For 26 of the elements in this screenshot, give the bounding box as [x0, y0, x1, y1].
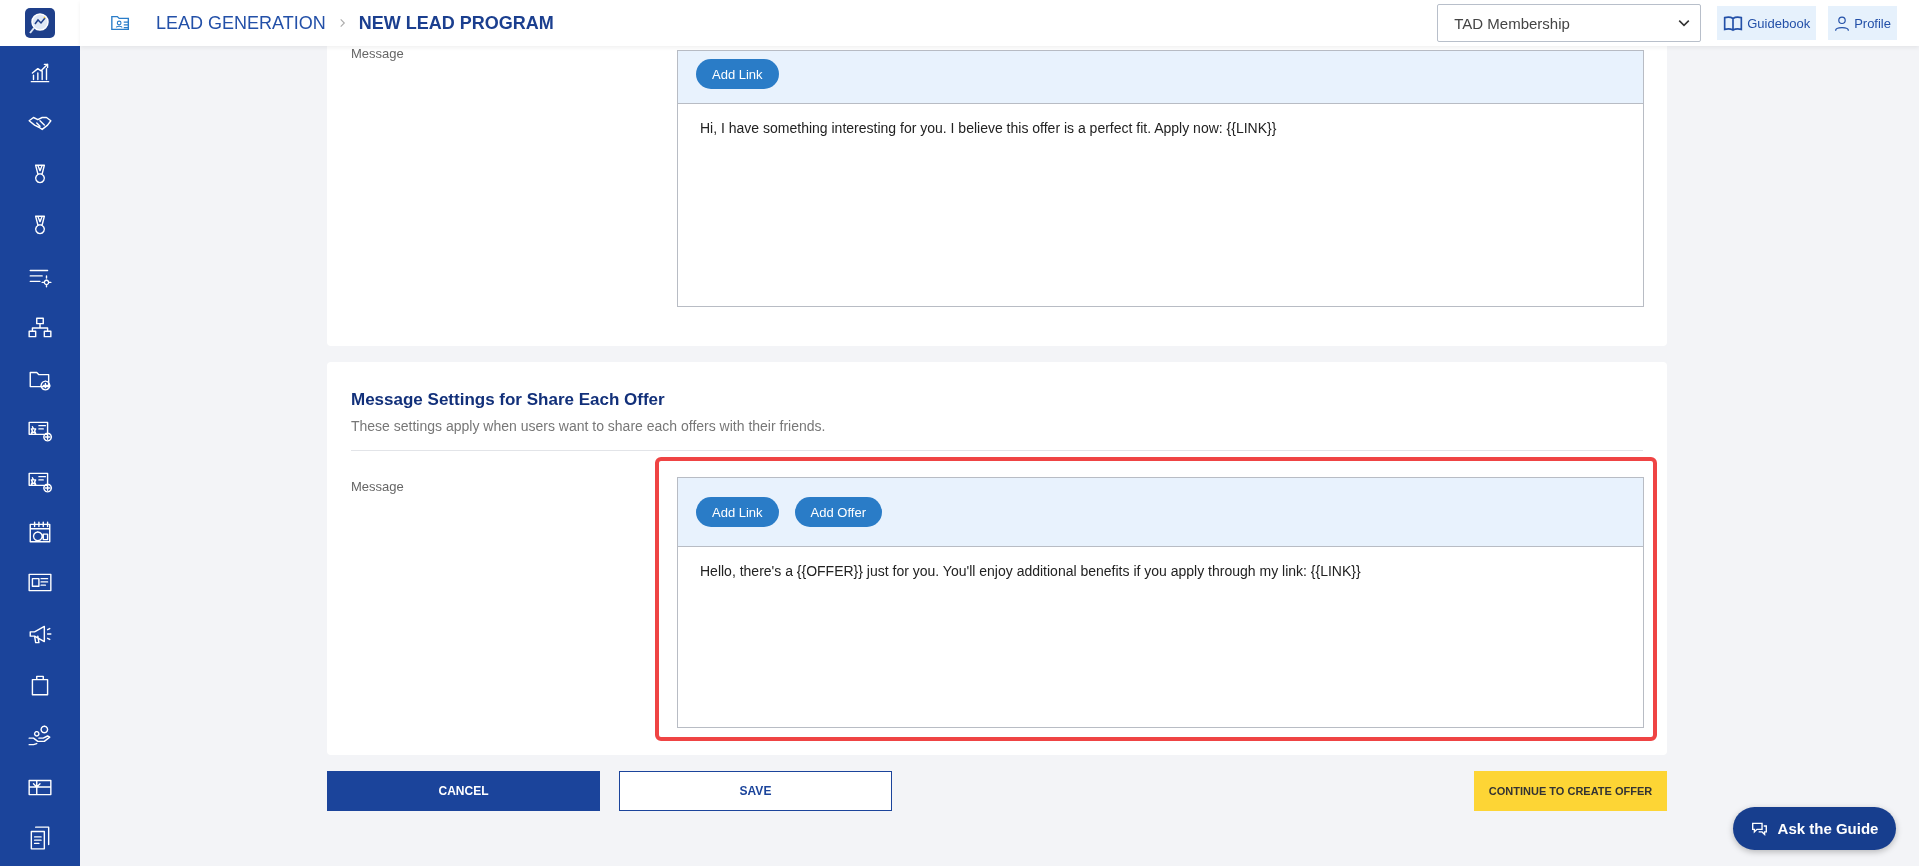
save-button[interactable]: SAVE: [619, 771, 892, 811]
ask-guide-button[interactable]: Ask the Guide: [1733, 807, 1896, 850]
message-text: Hello, there's a {{OFFER}} just for you. You'll enjoy additional benefits if you apply through my link: {{LINK}}: [699, 562, 1362, 581]
breadcrumb-link[interactable]: NEW LEAD PROGRAM: [358, 12, 554, 34]
breadcrumb-link[interactable]: LEAD GENERATION: [156, 12, 326, 34]
book-icon: [1723, 14, 1744, 32]
message-editor[interactable]: Add Link Hi, I have something interesting for you. I believe this offer is a perfect fit. Apply now: {{LINK}}: [677, 50, 1644, 307]
continue-button[interactable]: CONTINUE TO CREATE OFFER: [1474, 771, 1667, 811]
program-select[interactable]: TAD Membership: [1437, 4, 1702, 42]
logo-icon[interactable]: [25, 8, 55, 38]
add-link-button[interactable]: Add Link: [696, 59, 779, 89]
user-icon: [1834, 14, 1851, 32]
field-label: Message: [351, 478, 405, 496]
guidebook-button[interactable]: Guidebook: [1717, 6, 1817, 40]
cancel-button[interactable]: CANCEL: [327, 771, 600, 811]
profile-button[interactable]: Profile: [1828, 6, 1897, 40]
chevron-down-icon: [1678, 17, 1691, 29]
chat-icon: [1750, 820, 1768, 837]
calendar-icon[interactable]: [27, 519, 53, 545]
message-text: Hi, I have something interesting for you. I believe this offer is a perfect fit. Apply now: {{LINK}}: [699, 119, 1278, 138]
message-editor[interactable]: Add Link Add Offer Hello, there's a {{OFFER}} just for you. You'll enjoy additional benefits if you apply through my link: {{LINK}}: [677, 477, 1644, 728]
section-title: Message Settings for Share Each Offer: [351, 390, 666, 410]
section-description: These settings apply when users want to share each offers with their friends.: [351, 418, 827, 434]
add-offer-button[interactable]: Add Offer: [794, 497, 882, 527]
add-link-button[interactable]: Add Link: [696, 497, 779, 527]
field-label: Message: [351, 46, 405, 63]
